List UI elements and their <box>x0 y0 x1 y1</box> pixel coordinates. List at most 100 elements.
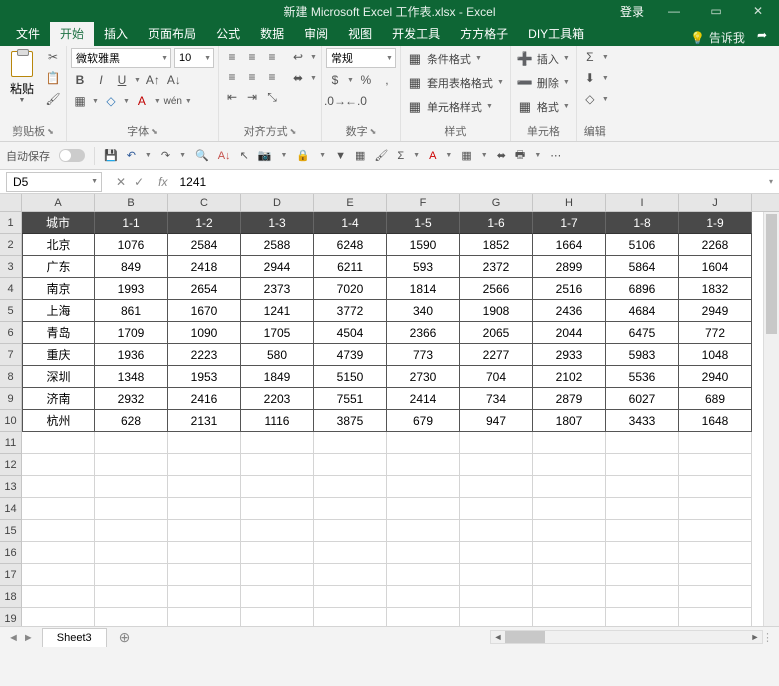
data-cell[interactable]: 7020 <box>314 278 387 300</box>
empty-cell[interactable] <box>241 608 314 626</box>
data-cell[interactable]: 济南 <box>22 388 95 410</box>
tab-view[interactable]: 视图 <box>338 21 382 46</box>
tab-formula[interactable]: 公式 <box>206 21 250 46</box>
header-cell[interactable]: 1-2 <box>168 212 241 234</box>
col-header[interactable]: F <box>387 194 460 211</box>
empty-cell[interactable] <box>460 586 533 608</box>
data-cell[interactable]: 2899 <box>533 256 606 278</box>
empty-cell[interactable] <box>533 476 606 498</box>
data-cell[interactable]: 5536 <box>606 366 679 388</box>
empty-cell[interactable] <box>679 476 752 498</box>
empty-cell[interactable] <box>533 586 606 608</box>
data-cell[interactable]: 1908 <box>460 300 533 322</box>
empty-cell[interactable] <box>314 564 387 586</box>
col-header[interactable]: H <box>533 194 606 211</box>
redo-icon[interactable]: ↷ <box>161 149 170 162</box>
empty-cell[interactable] <box>606 608 679 626</box>
empty-cell[interactable] <box>460 542 533 564</box>
col-header[interactable]: D <box>241 194 314 211</box>
data-cell[interactable]: 4739 <box>314 344 387 366</box>
row-header[interactable]: 5 <box>0 300 22 322</box>
data-cell[interactable]: 2516 <box>533 278 606 300</box>
empty-cell[interactable] <box>606 498 679 520</box>
empty-cell[interactable] <box>241 498 314 520</box>
format-painter-icon[interactable]: 🖌 <box>44 90 62 108</box>
row-header[interactable]: 13 <box>0 476 22 498</box>
copy-icon[interactable]: 📋 <box>44 69 62 87</box>
empty-cell[interactable] <box>606 432 679 454</box>
empty-cell[interactable] <box>387 432 460 454</box>
empty-cell[interactable] <box>460 520 533 542</box>
empty-cell[interactable] <box>533 520 606 542</box>
data-cell[interactable]: 2366 <box>387 322 460 344</box>
data-cell[interactable]: 2416 <box>168 388 241 410</box>
empty-cell[interactable] <box>314 586 387 608</box>
data-cell[interactable]: 2277 <box>460 344 533 366</box>
align-center-icon[interactable]: ≡ <box>243 68 261 86</box>
data-cell[interactable]: 杭州 <box>22 410 95 432</box>
empty-cell[interactable] <box>387 608 460 626</box>
empty-cell[interactable] <box>241 520 314 542</box>
enter-icon[interactable]: ✓ <box>134 175 144 189</box>
row-header[interactable]: 3 <box>0 256 22 278</box>
data-cell[interactable]: 2414 <box>387 388 460 410</box>
format-as-table-button[interactable]: ▦套用表格格式▼ <box>405 72 506 93</box>
data-cell[interactable]: 628 <box>95 410 168 432</box>
format-cells-button[interactable]: ▦格式▼ <box>515 96 572 117</box>
empty-cell[interactable] <box>95 454 168 476</box>
autosum-icon[interactable]: Σ <box>581 48 599 66</box>
empty-cell[interactable] <box>95 608 168 626</box>
empty-cell[interactable] <box>606 454 679 476</box>
underline-button[interactable]: U <box>113 71 131 89</box>
data-cell[interactable]: 2436 <box>533 300 606 322</box>
launcher-icon[interactable]: ⬊ <box>290 127 297 136</box>
data-cell[interactable]: 广东 <box>22 256 95 278</box>
empty-cell[interactable] <box>168 608 241 626</box>
data-cell[interactable]: 1814 <box>387 278 460 300</box>
minimize-icon[interactable]: — <box>653 0 695 22</box>
row-header[interactable]: 18 <box>0 586 22 608</box>
italic-button[interactable]: I <box>92 71 110 89</box>
font-color-icon[interactable]: A <box>133 92 151 110</box>
tab-diy[interactable]: DIY工具箱 <box>518 21 594 46</box>
launcher-icon[interactable]: ⬊ <box>370 127 377 136</box>
row-header[interactable]: 12 <box>0 454 22 476</box>
data-cell[interactable]: 1993 <box>95 278 168 300</box>
empty-cell[interactable] <box>387 476 460 498</box>
tell-me[interactable]: 💡告诉我 <box>690 29 751 46</box>
indent-inc-icon[interactable]: ⇥ <box>243 88 261 106</box>
header-cell[interactable]: 1-1 <box>95 212 168 234</box>
save-icon[interactable]: 💾 <box>104 149 118 162</box>
dec-decimal-icon[interactable]: ←.0 <box>347 92 365 110</box>
add-sheet-icon[interactable]: ⊕ <box>107 629 143 646</box>
header-cell[interactable]: 1-8 <box>606 212 679 234</box>
header-cell[interactable]: 1-9 <box>679 212 752 234</box>
data-cell[interactable]: 1116 <box>241 410 314 432</box>
header-cell[interactable]: 1-6 <box>460 212 533 234</box>
data-cell[interactable]: 2372 <box>460 256 533 278</box>
empty-cell[interactable] <box>314 520 387 542</box>
data-cell[interactable]: 2131 <box>168 410 241 432</box>
empty-cell[interactable] <box>460 564 533 586</box>
sort-icon[interactable]: A↓ <box>218 150 231 162</box>
scroll-left-icon[interactable]: ◄ <box>491 632 505 642</box>
merge2-icon[interactable]: ⬌ <box>497 149 506 162</box>
fill-icon[interactable]: ⬇ <box>581 69 599 87</box>
data-cell[interactable]: 6211 <box>314 256 387 278</box>
sheet-next-icon[interactable]: ► <box>23 632 34 644</box>
fill-color-icon[interactable]: ◇ <box>102 92 120 110</box>
empty-cell[interactable] <box>679 608 752 626</box>
find-icon[interactable]: 🔍 <box>195 149 209 162</box>
empty-cell[interactable] <box>606 586 679 608</box>
row-header[interactable]: 6 <box>0 322 22 344</box>
header-cell[interactable]: 1-3 <box>241 212 314 234</box>
name-box[interactable]: D5▼ <box>6 172 102 192</box>
data-cell[interactable]: 1048 <box>679 344 752 366</box>
row-header[interactable]: 1 <box>0 212 22 234</box>
empty-cell[interactable] <box>22 586 95 608</box>
data-cell[interactable]: 3433 <box>606 410 679 432</box>
empty-cell[interactable] <box>22 476 95 498</box>
empty-cell[interactable] <box>241 476 314 498</box>
comma-icon[interactable]: , <box>378 71 396 89</box>
empty-cell[interactable] <box>606 564 679 586</box>
